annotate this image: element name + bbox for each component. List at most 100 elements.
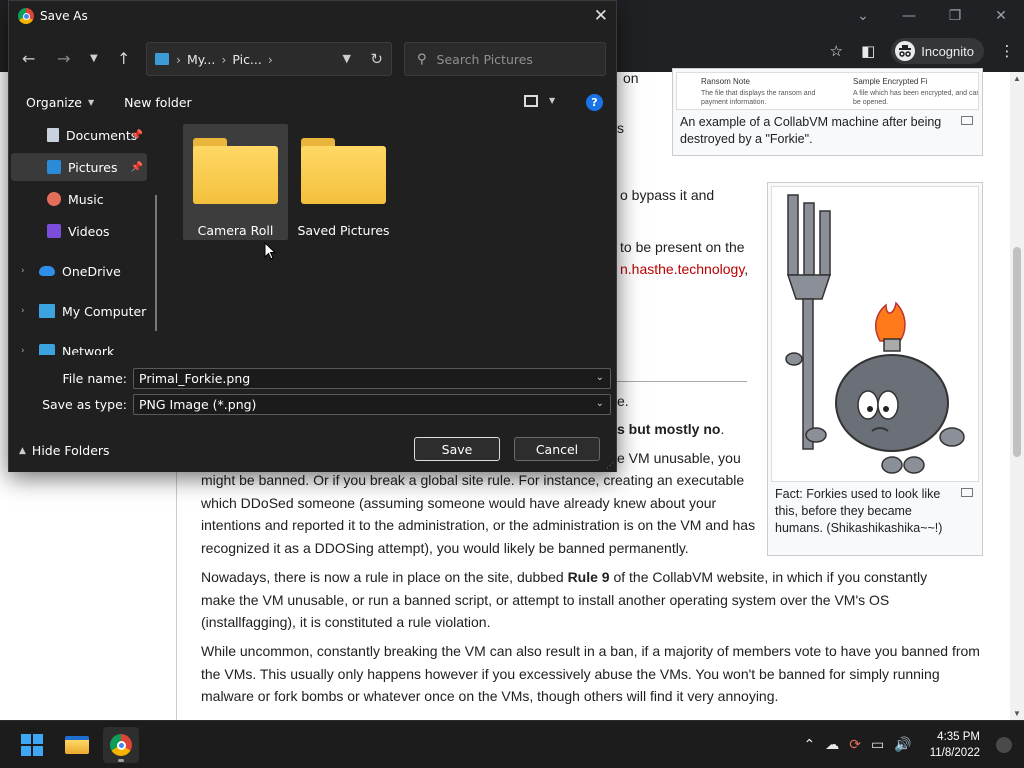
text-fragment: to be present on the [620, 239, 745, 255]
text-fragment: s but mostly no. [617, 419, 724, 439]
forward-arrow-icon[interactable]: → [57, 49, 70, 68]
view-mode-icon[interactable] [524, 95, 538, 107]
save-as-type-dropdown-icon[interactable]: ⌄ [596, 398, 604, 409]
sidebar-item-label: Videos [68, 223, 110, 239]
address-bar[interactable]: › My... › Pic... › ▼ ↻ [146, 42, 392, 76]
file-name-input[interactable]: Primal_Forkie.png ⌄ [133, 368, 611, 389]
thumb-label-b: Sample Encrypted Fi [853, 77, 928, 86]
show-hidden-icons-chevron-icon[interactable]: ⌃ [804, 737, 816, 753]
window-controls: ⌄ — ❐ ✕ [840, 4, 1024, 28]
expand-chevron-icon[interactable]: › [21, 266, 25, 276]
address-dropdown-icon[interactable]: ▼ [343, 52, 351, 65]
dialog-titlebar: Save As ✕ [9, 1, 616, 31]
network-status-icon[interactable]: ▭ [871, 737, 884, 753]
refresh-icon[interactable]: ↻ [370, 50, 383, 68]
save-as-type-select[interactable]: PNG Image (*.png) ⌄ [133, 394, 611, 415]
organize-button[interactable]: Organize ▼ [26, 95, 94, 110]
hide-folders-button[interactable]: ▲ Hide Folders [19, 443, 110, 458]
site-link[interactable]: n.hasthe.technology [620, 261, 744, 277]
view-dropdown-icon[interactable]: ▼ [549, 96, 555, 105]
save-as-type-value: PNG Image (*.png) [139, 397, 257, 412]
enlarge-icon[interactable] [961, 116, 973, 125]
sidebar-item-pictures[interactable]: Pictures 📌 [11, 153, 147, 181]
navigation-scrollbar[interactable] [155, 195, 157, 331]
maximize-button[interactable]: ❐ [932, 4, 978, 28]
cancel-button[interactable]: Cancel [514, 437, 600, 461]
forkie-image[interactable] [771, 186, 979, 482]
expand-chevron-icon[interactable]: › [21, 346, 25, 355]
incognito-profile-button[interactable]: Incognito [891, 38, 984, 64]
pin-icon: 📌 [130, 129, 143, 141]
thumb-sub-a: The file that displays the ransom and pa… [701, 90, 816, 106]
save-options-panel: File name: Primal_Forkie.png ⌄ Save as t… [9, 356, 616, 472]
dialog-close-button[interactable]: ✕ [594, 6, 608, 26]
rule9-bold: Rule 9 [567, 569, 610, 585]
file-explorer-button[interactable] [59, 727, 95, 763]
page-scrollbar[interactable]: ▲ ▼ [1010, 72, 1024, 720]
pin-icon: 📌 [130, 161, 143, 173]
tab-search-chevron-icon[interactable]: ⌄ [840, 4, 886, 28]
paragraph-rule9: Nowadays, there is now a rule in place o… [201, 566, 961, 634]
organize-label: Organize [26, 94, 82, 110]
search-placeholder: Search Pictures [436, 51, 533, 67]
collapse-chevron-icon: ▲ [19, 445, 26, 456]
thumbnail-caption-text: An example of a CollabVM machine after b… [680, 115, 942, 146]
dialog-title: Save As [40, 9, 88, 23]
onedrive-icon [39, 266, 55, 276]
thumbnail-forkie: Fact: Forkies used to look like this, be… [767, 182, 983, 556]
pictures-location-icon [155, 53, 169, 65]
volume-icon[interactable]: 🔊 [894, 737, 911, 753]
bookmark-star-icon[interactable]: ☆ [827, 42, 845, 60]
file-name-dropdown-icon[interactable]: ⌄ [596, 372, 604, 383]
enlarge-icon[interactable] [961, 488, 973, 497]
paragraph-uncommon: While uncommon, constantly breaking the … [201, 643, 980, 704]
help-icon[interactable]: ? [586, 94, 603, 111]
scrollbar-thumb[interactable] [1013, 247, 1021, 457]
side-panel-icon[interactable]: ◧ [859, 42, 877, 60]
music-icon [47, 192, 61, 206]
search-box[interactable]: ⚲ Search Pictures [404, 42, 606, 76]
videos-icon [47, 224, 61, 238]
sidebar-item-videos[interactable]: Videos [11, 217, 147, 245]
sync-icon[interactable]: ⟳ [849, 737, 861, 753]
paragraph-ban: might be banned. Or if you break a globa… [201, 472, 756, 556]
clock[interactable]: 4:35 PM 11/8/2022 [930, 729, 980, 761]
sidebar-item-my-computer[interactable]: › My Computer [11, 297, 147, 325]
sidebar-item-onedrive[interactable]: › OneDrive [11, 257, 147, 285]
thumbnail-collabvm: Ransom Note Sample Encrypted Fi The file… [672, 68, 983, 156]
folder-camera-roll[interactable]: Camera Roll [183, 124, 288, 240]
scroll-down-icon[interactable]: ▼ [1013, 709, 1021, 718]
breadcrumb-item[interactable]: Pic... [232, 52, 262, 67]
sidebar-item-network[interactable]: › Network [11, 337, 147, 355]
start-button[interactable] [14, 727, 50, 763]
browser-menu-icon[interactable]: ⋮ [998, 42, 1016, 60]
folder-saved-pictures[interactable]: Saved Pictures [291, 124, 396, 240]
documents-icon [47, 128, 59, 142]
folder-name: Camera Roll [197, 223, 274, 238]
chrome-taskbar-button[interactable] [103, 727, 139, 763]
sidebar-item-music[interactable]: Music [11, 185, 147, 213]
expand-chevron-icon[interactable]: › [21, 306, 25, 316]
organize-dropdown-icon: ▼ [88, 97, 95, 107]
thumbnail-image[interactable]: Ransom Note Sample Encrypted Fi The file… [676, 72, 979, 110]
text-fragment: e. [617, 393, 629, 409]
back-arrow-icon[interactable]: ← [22, 49, 35, 68]
scroll-up-icon[interactable]: ▲ [1013, 74, 1021, 83]
up-arrow-icon[interactable]: ↑ [117, 49, 130, 68]
recent-locations-chevron-icon[interactable]: ▼ [90, 53, 98, 64]
clock-date: 11/8/2022 [929, 747, 980, 759]
resize-grip-icon[interactable]: ⋰ [606, 461, 614, 470]
sidebar-item-documents[interactable]: Documents 📌 [11, 121, 147, 149]
text-fragment: s [617, 120, 624, 136]
pictures-icon [47, 160, 61, 174]
window-close-button[interactable]: ✕ [978, 4, 1024, 28]
save-button[interactable]: Save [414, 437, 500, 461]
navigation-pane: Documents 📌 Pictures 📌 Music Videos › On… [9, 119, 167, 355]
minimize-button[interactable]: — [886, 4, 932, 28]
breadcrumb-item[interactable]: My... [187, 52, 215, 67]
new-folder-button[interactable]: New folder [124, 95, 192, 110]
folder-icon [193, 138, 278, 204]
sidebar-item-label: Pictures [68, 159, 118, 175]
cloud-offline-icon[interactable]: ☁ [825, 737, 839, 753]
notification-icon[interactable] [996, 737, 1012, 753]
